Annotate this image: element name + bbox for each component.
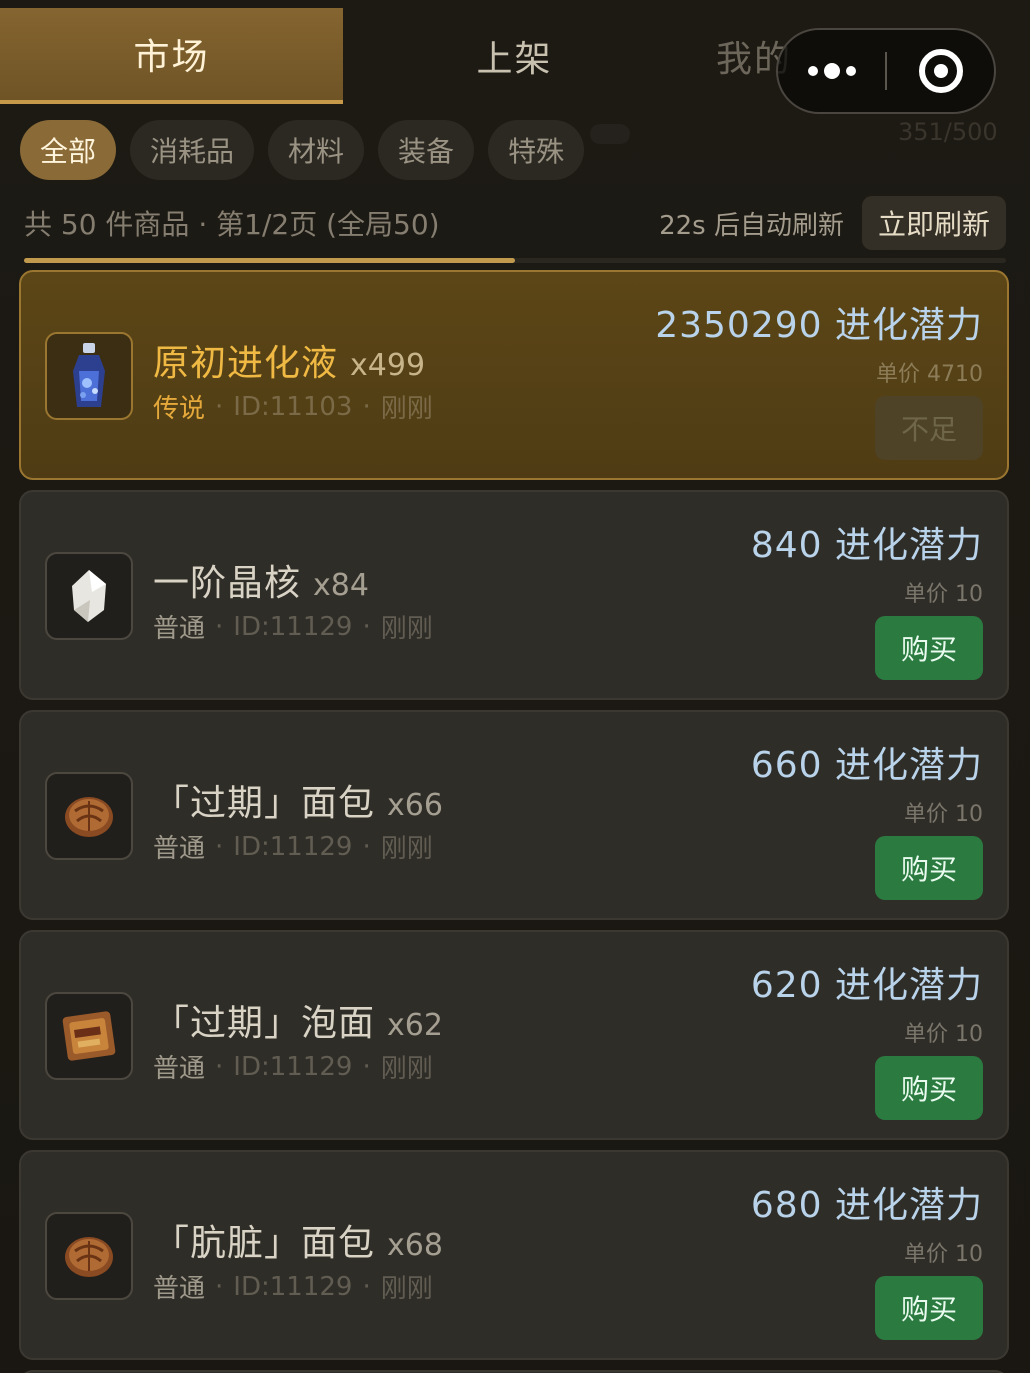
auto-refresh-timer: 22s 后自动刷新 bbox=[659, 210, 844, 241]
item-time: 刚刚 bbox=[380, 1054, 433, 1084]
item-count-text: 共 50 件商品 · 第1/2页 (全局50) bbox=[24, 208, 440, 241]
buy-button[interactable]: 购买 bbox=[875, 1056, 983, 1120]
target-close-icon[interactable] bbox=[887, 49, 994, 93]
list-item: 「过期」泡面 x62 普通 · ID:11129 · 刚刚 620 进化潜力 单… bbox=[19, 930, 1009, 1140]
item-total-price: 620 进化潜力 bbox=[750, 965, 983, 1006]
potion-bottle-icon bbox=[45, 332, 133, 420]
buy-button[interactable]: 购买 bbox=[875, 1276, 983, 1340]
item-id: ID:11129 bbox=[233, 1271, 353, 1302]
buy-button[interactable]: 购买 bbox=[875, 616, 983, 680]
tab-market[interactable]: 市场 bbox=[0, 8, 343, 104]
crystal-core-icon bbox=[45, 552, 133, 640]
item-id: ID:11129 bbox=[233, 611, 353, 642]
item-unit-price: 单价 10 bbox=[904, 802, 983, 827]
item-total-price: 660 进化潜力 bbox=[750, 745, 983, 786]
item-name: 「肮脏」面包 bbox=[153, 1223, 376, 1264]
filter-special[interactable]: 特殊 bbox=[488, 120, 585, 180]
filter-scroll-hint bbox=[590, 124, 630, 144]
refresh-now-button[interactable]: 立即刷新 bbox=[861, 196, 1006, 250]
filter-consumables[interactable]: 消耗品 bbox=[130, 120, 255, 180]
item-unit-price: 单价 10 bbox=[904, 1242, 983, 1267]
list-item: 「肮脏」面包 x68 普通 · ID:11129 · 刚刚 680 进化潜力 单… bbox=[19, 1150, 1009, 1360]
instant-noodles-icon bbox=[45, 992, 133, 1080]
item-quantity: x68 bbox=[387, 1228, 443, 1263]
filter-equipment[interactable]: 装备 bbox=[378, 120, 475, 180]
item-quantity: x499 bbox=[350, 348, 426, 383]
item-id: ID:11129 bbox=[233, 1051, 353, 1082]
item-quantity: x62 bbox=[387, 1008, 443, 1043]
tab-listing[interactable]: 上架 bbox=[343, 8, 686, 104]
item-rarity: 普通 bbox=[153, 1274, 206, 1304]
item-rarity: 传说 bbox=[153, 394, 206, 424]
list-item: 一阶晶核 x84 普通 · ID:11129 · 刚刚 840 进化潜力 单价 … bbox=[19, 490, 1009, 700]
item-name: 「过期」面包 bbox=[153, 783, 376, 824]
item-name: 原初进化液 bbox=[153, 343, 339, 384]
item-rarity: 普通 bbox=[153, 614, 206, 644]
bread-icon bbox=[45, 772, 133, 860]
item-list: 原初进化液 x499 传说 · ID:11103 · 刚刚 2350290 进化… bbox=[19, 270, 1011, 1373]
item-name: 一阶晶核 bbox=[153, 563, 302, 604]
item-unit-price: 单价 10 bbox=[904, 582, 983, 607]
page-progress-bar bbox=[24, 258, 1006, 263]
page-progress-fill bbox=[24, 258, 515, 263]
more-dots-icon[interactable] bbox=[778, 63, 885, 79]
insufficient-button[interactable]: 不足 bbox=[875, 396, 983, 460]
item-time: 刚刚 bbox=[380, 1274, 433, 1304]
list-item: 「过期」面包 x66 普通 · ID:11129 · 刚刚 660 进化潜力 单… bbox=[19, 710, 1009, 920]
item-unit-price: 单价 4710 bbox=[876, 362, 983, 387]
filter-all[interactable]: 全部 bbox=[20, 120, 117, 180]
item-unit-price: 单价 10 bbox=[904, 1022, 983, 1047]
item-time: 刚刚 bbox=[380, 834, 433, 864]
item-quantity: x66 bbox=[387, 788, 443, 823]
item-total-price: 680 进化潜力 bbox=[750, 1185, 983, 1226]
list-info-bar: 共 50 件商品 · 第1/2页 (全局50) 22s 后自动刷新 立即刷新 bbox=[24, 196, 1006, 250]
mini-program-capsule bbox=[776, 28, 996, 114]
item-rarity: 普通 bbox=[153, 1054, 206, 1084]
bread-icon bbox=[45, 1212, 133, 1300]
item-time: 刚刚 bbox=[380, 394, 433, 424]
item-id: ID:11103 bbox=[233, 391, 353, 422]
buy-button[interactable]: 购买 bbox=[875, 836, 983, 900]
item-total-price: 2350290 进化潜力 bbox=[655, 305, 983, 346]
item-total-price: 840 进化潜力 bbox=[750, 525, 983, 566]
filter-materials[interactable]: 材料 bbox=[268, 120, 365, 180]
item-rarity: 普通 bbox=[153, 834, 206, 864]
market-page: 市场 上架 我的 351/500 全部 消耗品 材料 装备 特殊 共 50 件商… bbox=[0, 0, 1030, 1373]
capacity-counter: 351/500 bbox=[898, 118, 998, 146]
list-item: 原初进化液 x499 传说 · ID:11103 · 刚刚 2350290 进化… bbox=[19, 270, 1009, 480]
item-id: ID:11129 bbox=[233, 831, 353, 862]
category-filter: 全部 消耗品 材料 装备 特殊 bbox=[20, 120, 585, 180]
item-time: 刚刚 bbox=[380, 614, 433, 644]
item-name: 「过期」泡面 bbox=[153, 1003, 376, 1044]
item-quantity: x84 bbox=[313, 568, 369, 603]
